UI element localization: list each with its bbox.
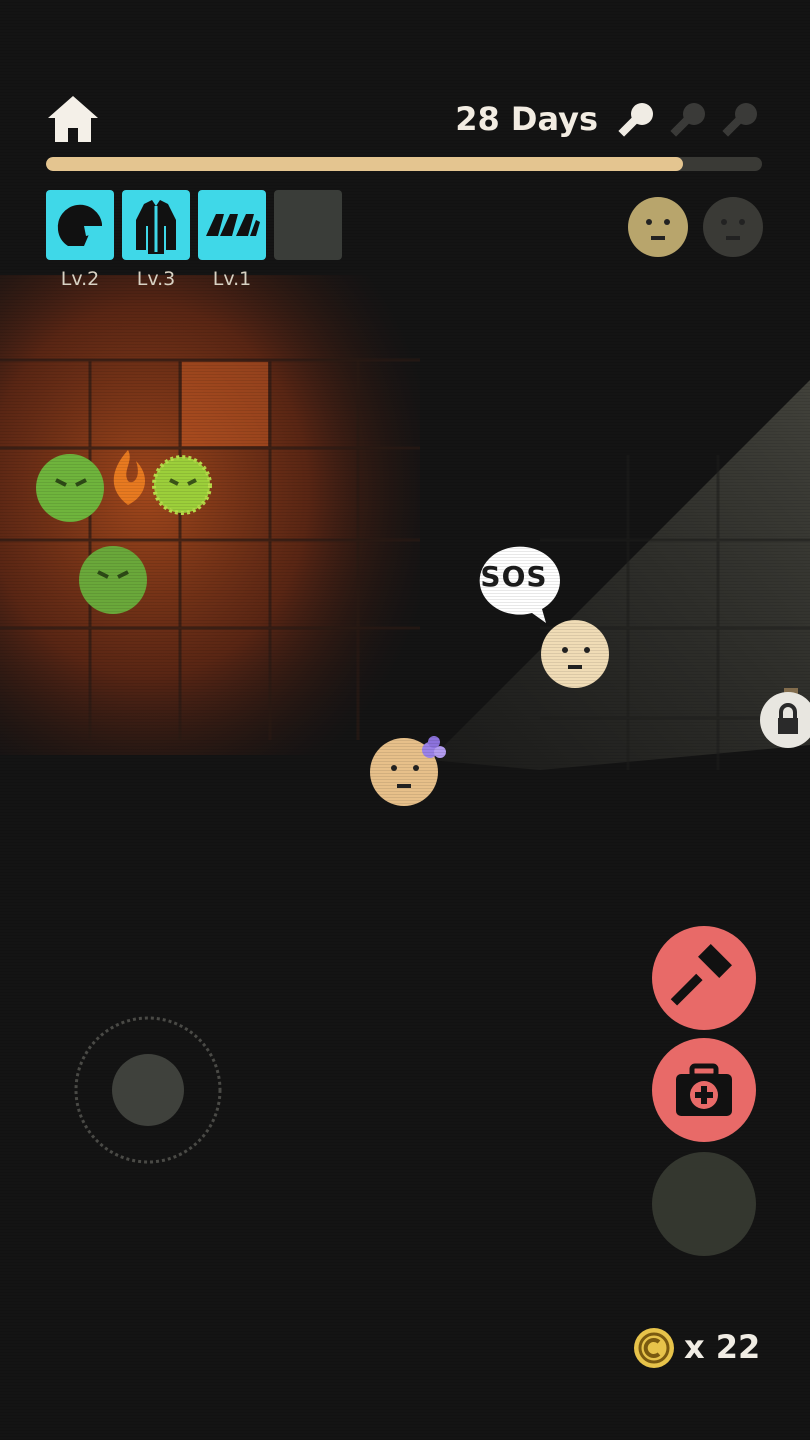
status-effect-icon [422,736,446,758]
day-progress-bar [46,157,762,171]
equipment-level: Lv.1 [212,268,252,290]
jacket-icon [136,200,176,254]
equipment-slot-helmet[interactable] [46,190,114,260]
empty-action-button[interactable] [652,1152,756,1256]
days-survived: 28 Days [455,100,598,138]
build-button[interactable] [652,926,756,1030]
virtual-joystick[interactable] [72,1014,224,1166]
key-icon-collected [612,100,658,146]
key-icon-missing [716,100,762,146]
home-icon [48,96,98,142]
zombie [36,454,104,522]
locked-door[interactable] [758,688,810,750]
sos-label: SOS [480,560,548,593]
helmet-icon [57,204,102,246]
equipment-level: Lv.2 [60,268,100,290]
home-button[interactable] [44,92,102,146]
survivor-missing-icon [702,196,764,258]
coin-icon [632,1326,676,1370]
equipment-slot-empty[interactable] [274,190,342,260]
heal-button[interactable] [652,1038,756,1142]
zombie [152,455,212,515]
zombie [79,546,147,614]
medkit-icon [676,1063,732,1116]
day-progress-fill [46,157,684,171]
equipment-level: Lv.3 [136,268,176,290]
coin-count: x 22 [684,1328,761,1366]
survivor-rescued-icon [627,196,689,258]
gloves-icon [206,214,260,236]
lock-icon [760,688,810,748]
trapped-survivor[interactable] [541,620,609,688]
key-icon-missing [664,100,710,146]
equipment-slot-gloves[interactable] [198,190,266,260]
equipment-slot-jacket[interactable] [122,190,190,260]
joystick-thumb [112,1054,184,1126]
hammer-icon [670,944,732,1006]
